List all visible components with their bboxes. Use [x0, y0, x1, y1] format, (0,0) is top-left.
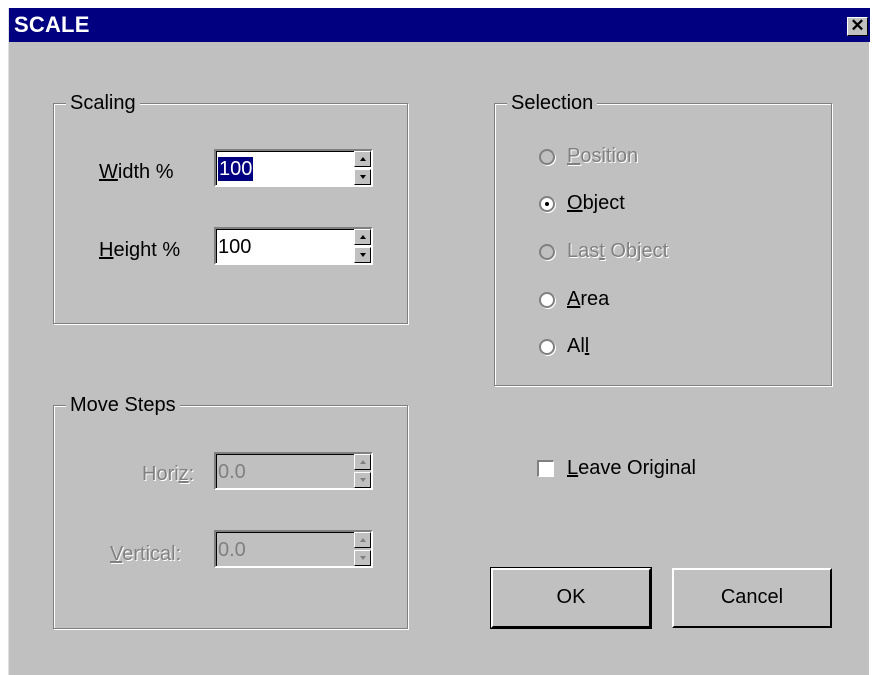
scaling-legend: Scaling — [66, 91, 140, 115]
close-button[interactable]: ✕ — [847, 17, 868, 36]
close-icon: ✕ — [850, 16, 865, 35]
vertical-input[interactable]: 0.0 — [218, 538, 246, 562]
move-steps-legend: Move Steps — [66, 393, 180, 417]
radio-object-label: Object — [567, 192, 625, 214]
arrow-up-icon — [360, 460, 366, 464]
height-input[interactable]: 100 — [218, 235, 251, 259]
vertical-up-button[interactable] — [354, 532, 371, 548]
leave-original-label: Leave Original — [567, 457, 696, 479]
vertical-down-button[interactable] — [354, 550, 371, 566]
horiz-input[interactable]: 0.0 — [218, 460, 246, 484]
move-steps-group: Move Steps — [53, 393, 408, 629]
height-spinner[interactable]: 100 — [214, 227, 373, 265]
arrow-down-icon — [360, 253, 366, 257]
radio-all-label: All — [567, 335, 590, 357]
radio-area-label: Area — [567, 288, 610, 310]
radio-selected-dot — [545, 202, 549, 206]
arrow-down-icon — [360, 175, 366, 179]
radio-last-object[interactable] — [539, 244, 555, 260]
arrow-up-icon — [360, 157, 366, 161]
radio-last-object-label: Last Object — [567, 240, 669, 262]
width-down-button[interactable] — [354, 169, 371, 185]
width-spinner[interactable]: 100 — [214, 149, 373, 187]
height-label: Height % — [99, 239, 181, 261]
horiz-down-button[interactable] — [354, 472, 371, 488]
window-title: SCALE — [14, 12, 90, 37]
scaling-group: Scaling — [53, 91, 408, 324]
selection-legend: Selection — [507, 91, 598, 115]
radio-object[interactable] — [539, 196, 555, 212]
width-up-button[interactable] — [354, 151, 371, 167]
radio-position-label: Position — [567, 145, 639, 167]
horiz-up-button[interactable] — [354, 454, 371, 470]
ok-button[interactable]: OK — [490, 567, 652, 629]
radio-all[interactable] — [539, 339, 555, 355]
horiz-label: Horiz: — [142, 463, 195, 485]
width-label: Width % — [99, 161, 174, 183]
cancel-button[interactable]: Cancel — [672, 568, 832, 628]
arrow-down-icon — [360, 478, 366, 482]
arrow-up-icon — [360, 538, 366, 542]
arrow-down-icon — [360, 556, 366, 560]
scale-dialog: SCALE ✕ Scaling Width % 100 Height % 100… — [8, 8, 870, 675]
arrow-up-icon — [360, 235, 366, 239]
leave-original-checkbox[interactable] — [537, 460, 554, 477]
title-bar[interactable]: SCALE ✕ — [9, 8, 870, 42]
radio-position[interactable] — [539, 149, 555, 165]
radio-area[interactable] — [539, 292, 555, 308]
vertical-label: Vertical: — [110, 543, 182, 565]
horiz-spinner[interactable]: 0.0 — [214, 452, 373, 490]
height-up-button[interactable] — [354, 229, 371, 245]
vertical-spinner[interactable]: 0.0 — [214, 530, 373, 568]
width-input[interactable]: 100 — [218, 157, 254, 181]
height-down-button[interactable] — [354, 247, 371, 263]
